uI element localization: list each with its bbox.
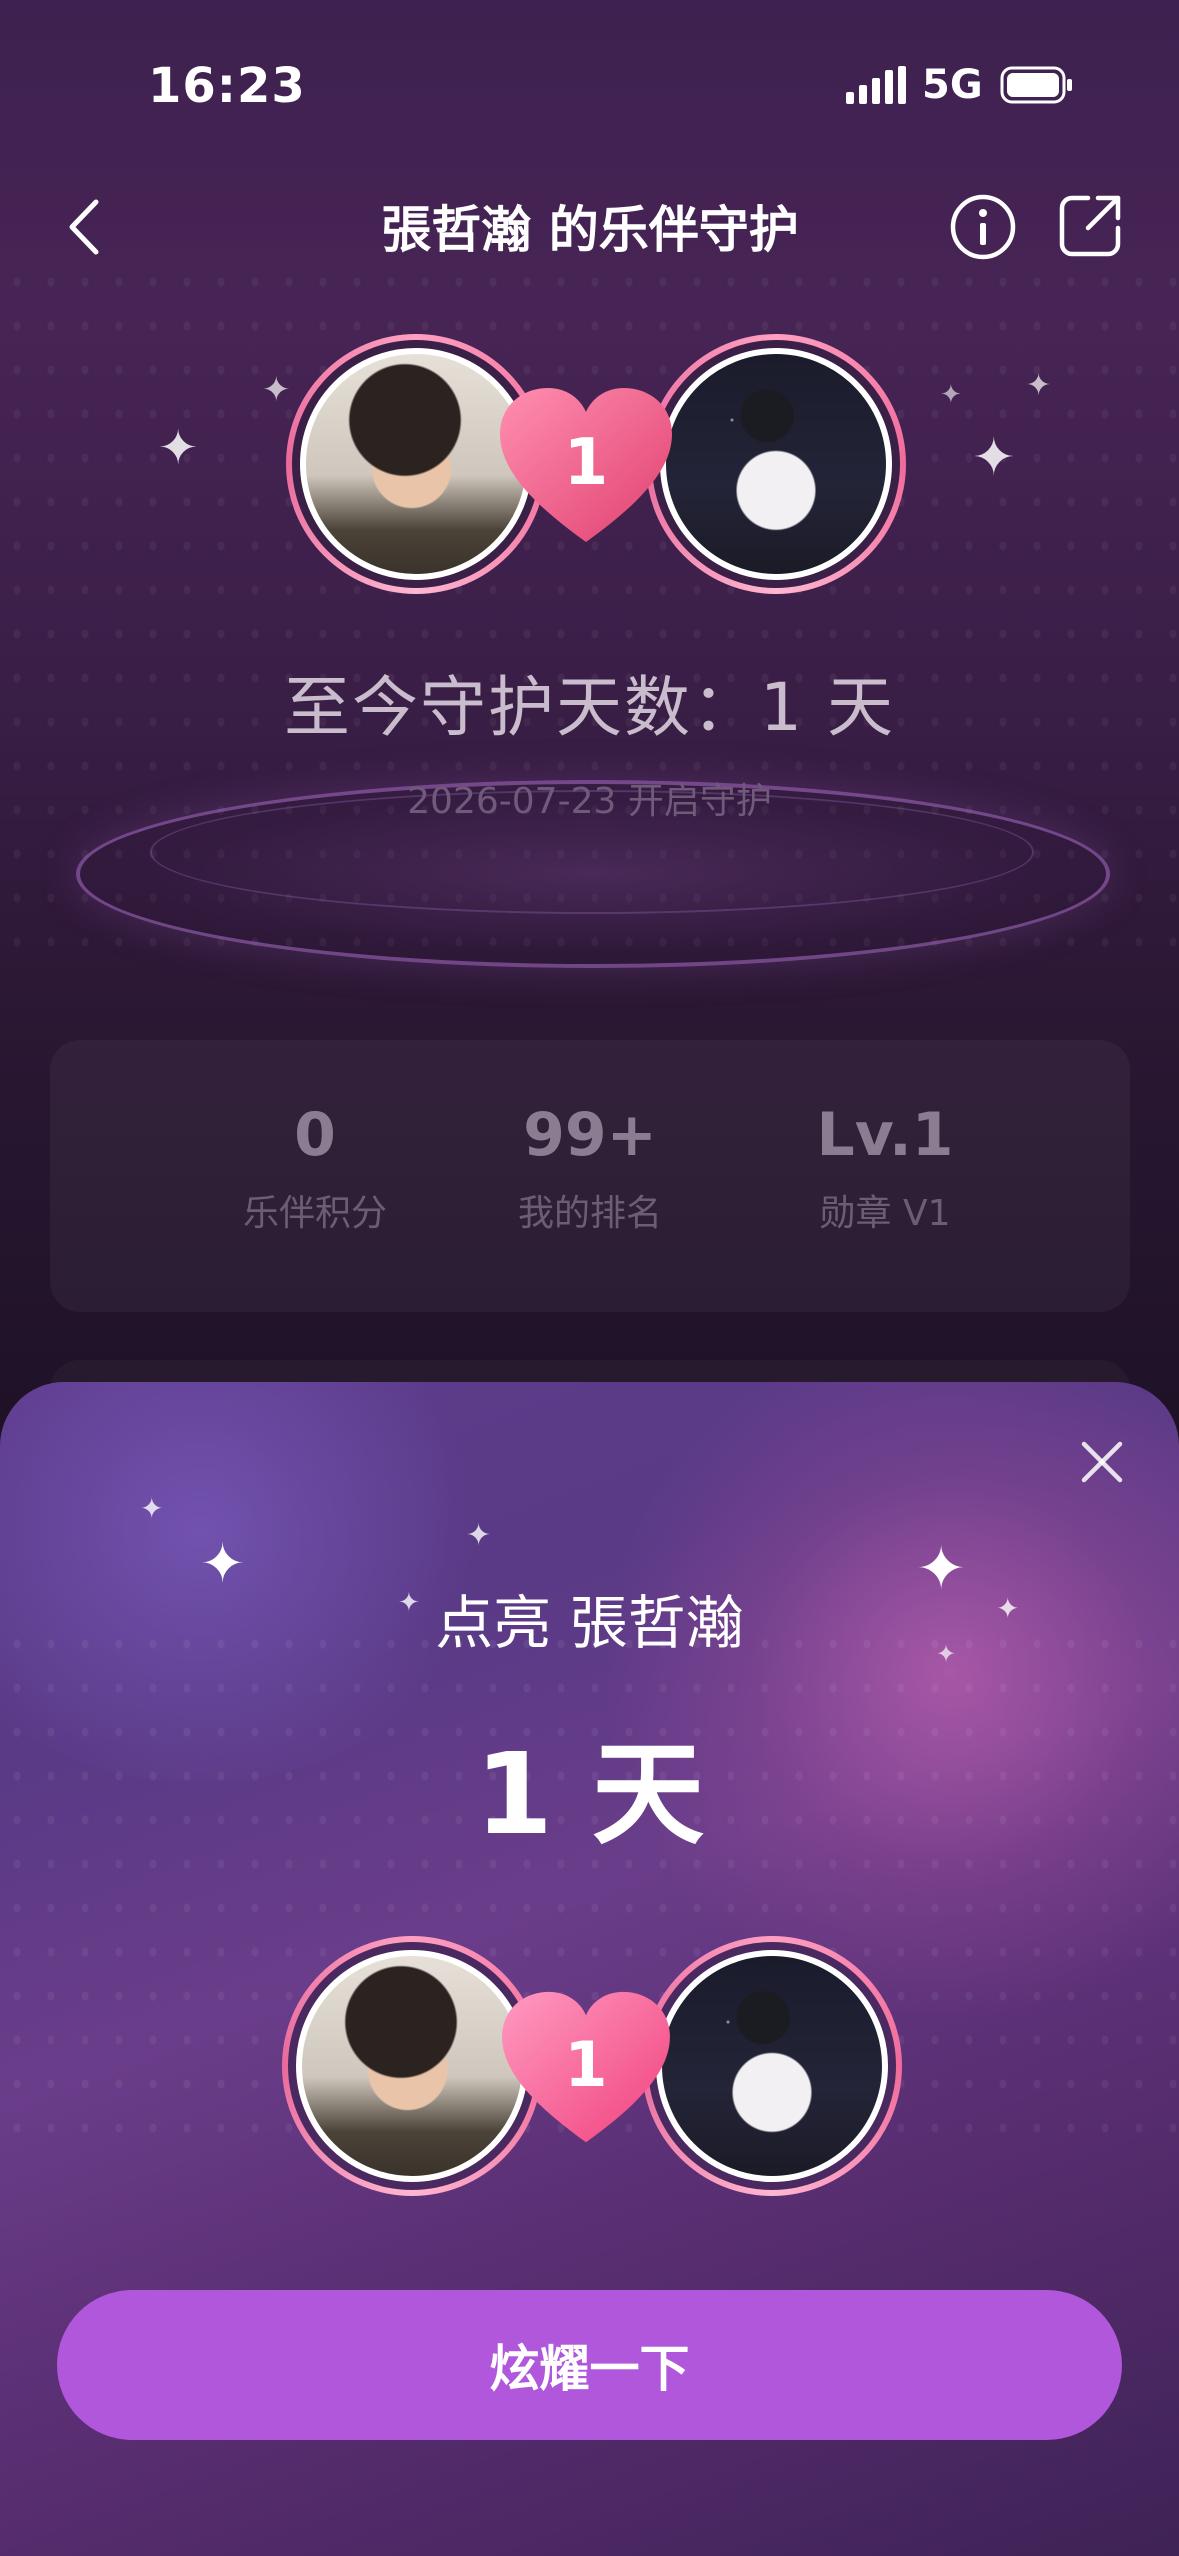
sparkle-icon: ✦ bbox=[158, 420, 199, 476]
heart-count: 1 bbox=[563, 426, 609, 500]
stat-value: 99+ bbox=[523, 1100, 657, 1170]
light-up-title: 点亮 張哲瀚 bbox=[435, 1589, 744, 1657]
sparkle-icon: ✦ bbox=[940, 380, 962, 410]
stat-points[interactable]: 0 乐伴积分 bbox=[165, 1100, 465, 1236]
guard-avatar-pair: 1 bbox=[286, 330, 906, 600]
stat-label: 我的排名 bbox=[517, 1193, 662, 1234]
page-title: 張哲瀚 的乐伴守护 bbox=[381, 201, 799, 259]
status-bar: 16:23 5G bbox=[0, 0, 1179, 170]
artist-avatar bbox=[660, 348, 892, 580]
heart-count: 1 bbox=[564, 2028, 608, 2101]
signal-icon bbox=[846, 66, 906, 104]
fan-avatar bbox=[296, 1950, 528, 2182]
sparkle-icon: ✦ bbox=[140, 1492, 164, 1525]
artist-avatar-ring bbox=[646, 334, 906, 594]
artist-avatar bbox=[656, 1950, 888, 2182]
heart-badge: 1 bbox=[498, 1988, 674, 2150]
sparkle-icon: ✦ bbox=[972, 428, 1016, 488]
light-up-days: 1 天 bbox=[475, 1730, 704, 1860]
stat-badge[interactable]: Lv.1 勋章 V1 bbox=[735, 1100, 1035, 1236]
battery-icon bbox=[1000, 66, 1072, 104]
show-off-button[interactable]: 炫耀一下 bbox=[57, 2290, 1122, 2440]
stat-value: Lv.1 bbox=[816, 1100, 954, 1170]
stat-rank[interactable]: 99+ 我的排名 bbox=[440, 1100, 740, 1236]
status-time: 16:23 bbox=[148, 58, 306, 114]
stat-label: 乐伴积分 bbox=[242, 1193, 387, 1234]
stats-card: 0 乐伴积分 99+ 我的排名 Lv.1 勋章 V1 bbox=[50, 1040, 1130, 1312]
info-icon[interactable] bbox=[948, 192, 1018, 262]
network-label: 5G bbox=[922, 62, 983, 108]
guard-start-date: 2026-07-23 开启守护 bbox=[407, 781, 772, 822]
close-icon[interactable] bbox=[1074, 1434, 1130, 1490]
heart-badge: 1 bbox=[496, 384, 676, 550]
guard-days-label: 至今守护天数：1 天 bbox=[284, 669, 895, 746]
stat-value: 0 bbox=[294, 1100, 336, 1170]
sparkle-icon: ✦ bbox=[466, 1518, 492, 1553]
artist-avatar-ring bbox=[642, 1936, 902, 2196]
stat-label: 勋章 V1 bbox=[819, 1193, 951, 1234]
sparkle-icon: ✦ bbox=[1026, 368, 1052, 403]
back-icon[interactable] bbox=[58, 192, 112, 262]
screen: 16:23 5G 張哲瀚 的乐伴守护 ✦ ✦ ✦ ✦ ✦ 1 至今守护天数：1 … bbox=[0, 0, 1179, 2556]
share-icon[interactable] bbox=[1058, 192, 1124, 258]
light-up-sheet: ✦ ✦ ✦ ✦ ✦ ✦ ✦ 点亮 張哲瀚 1 天 1 炫耀一下 bbox=[0, 1382, 1179, 2556]
sheet-avatar-pair: 1 bbox=[282, 1932, 902, 2202]
